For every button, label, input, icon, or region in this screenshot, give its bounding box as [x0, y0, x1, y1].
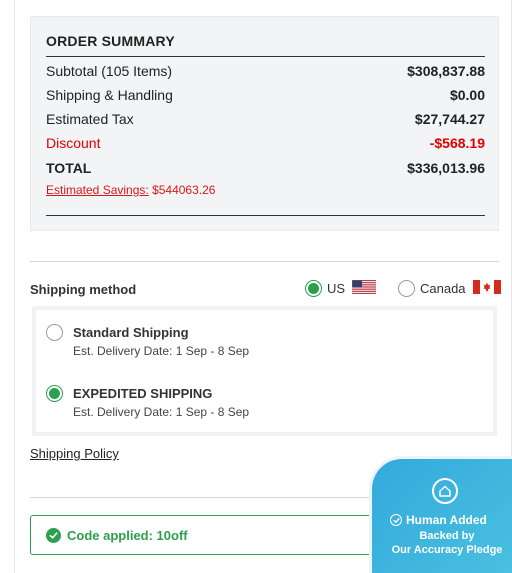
- order-summary-panel: ORDER SUMMARY Subtotal (105 Items) $308,…: [30, 16, 499, 231]
- house-icon: [432, 478, 458, 504]
- shipping-method-label: Shipping method: [30, 282, 137, 297]
- badge-backed-by: Backed by: [419, 530, 475, 542]
- country-option-us[interactable]: US: [305, 279, 377, 297]
- estimated-savings-link[interactable]: Estimated Savings:: [46, 183, 149, 197]
- shipping-handling-value: $0.00: [449, 87, 485, 103]
- discount-label: Discount: [46, 135, 101, 151]
- badge-human-added-text: Human Added: [406, 513, 487, 527]
- us-flag-icon: [351, 279, 377, 297]
- accuracy-pledge-badge[interactable]: Human Added Backed by Our Accuracy Pledg…: [372, 459, 512, 573]
- check-circle-icon: [390, 514, 402, 526]
- estimated-savings: Estimated Savings: $544063.26: [46, 183, 215, 197]
- shipping-option-standard[interactable]: Standard Shipping Est. Delivery Date: 1 …: [46, 324, 346, 364]
- check-circle-icon: [46, 527, 61, 543]
- shipping-handling-row: Shipping & Handling $0.00: [46, 87, 485, 103]
- country-option-canada[interactable]: Canada: [398, 280, 501, 297]
- subtotal-value: $308,837.88: [407, 63, 485, 79]
- estimated-tax-row: Estimated Tax $27,744.27: [46, 111, 485, 127]
- summary-divider-top: [46, 56, 485, 57]
- shipping-options-box: Standard Shipping Est. Delivery Date: 1 …: [32, 306, 497, 436]
- shipping-radio-standard[interactable]: [46, 324, 63, 341]
- estimated-savings-value: $544063.26: [152, 183, 216, 197]
- shipping-option-standard-name: Standard Shipping: [73, 325, 189, 340]
- total-row: TOTAL $336,013.96: [46, 160, 485, 176]
- country-label-us: US: [327, 281, 346, 296]
- country-label-canada: Canada: [420, 281, 466, 296]
- total-value: $336,013.96: [407, 160, 485, 176]
- shipping-radio-expedited[interactable]: [46, 385, 63, 402]
- shipping-option-expedited-date: Est. Delivery Date: 1 Sep - 8 Sep: [73, 405, 250, 419]
- subtotal-row: Subtotal (105 Items) $308,837.88: [46, 63, 485, 79]
- canada-flag-icon: [472, 280, 501, 297]
- subtotal-label: Subtotal (105 Items): [46, 63, 173, 79]
- estimated-tax-value: $27,744.27: [414, 111, 485, 127]
- shipping-option-expedited-name: EXPEDITED SHIPPING: [73, 386, 213, 401]
- country-radio-canada[interactable]: [398, 280, 415, 297]
- shipping-option-standard-date: Est. Delivery Date: 1 Sep - 8 Sep: [73, 344, 250, 358]
- country-radio-us[interactable]: [305, 280, 322, 297]
- promo-code-applied: Code applied: 10off: [30, 515, 400, 555]
- estimated-tax-label: Estimated Tax: [46, 111, 134, 127]
- badge-accuracy-pledge: Our Accuracy Pledge: [391, 544, 503, 556]
- shipping-option-expedited[interactable]: EXPEDITED SHIPPING Est. Delivery Date: 1…: [46, 385, 346, 425]
- section-divider: [30, 261, 499, 262]
- total-label: TOTAL: [46, 160, 92, 176]
- shipping-policy-link[interactable]: Shipping Policy: [30, 446, 119, 461]
- promo-code-applied-text: Code applied: 10off: [67, 527, 188, 543]
- order-summary-title: ORDER SUMMARY: [46, 33, 175, 49]
- discount-row: Discount -$568.19: [46, 135, 485, 151]
- badge-human-added: Human Added: [390, 513, 487, 527]
- page-left-border: [14, 0, 15, 573]
- discount-value: -$568.19: [429, 135, 485, 151]
- shipping-handling-label: Shipping & Handling: [46, 87, 173, 103]
- summary-divider-bottom: [46, 215, 485, 216]
